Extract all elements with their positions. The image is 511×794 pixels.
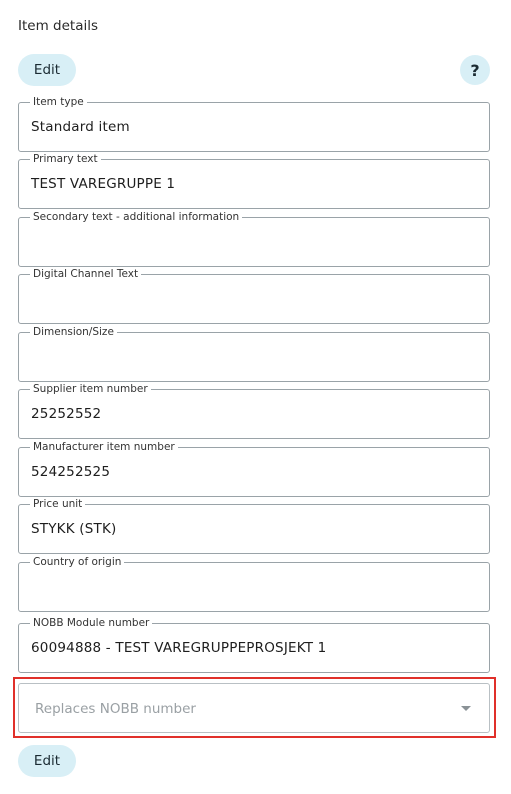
field-label: Secondary text - additional information — [30, 210, 243, 224]
item-details-panel: Item details Edit ? Item type Standard i… — [0, 0, 511, 794]
country-of-origin-field[interactable]: Country of origin — [18, 555, 490, 612]
nobb-module-number-field[interactable]: NOBB Module number 60094888 - TEST VAREG… — [18, 616, 490, 673]
manufacturer-item-number-field[interactable]: Manufacturer item number 524252525 — [18, 440, 490, 497]
field-label: Price unit — [30, 497, 86, 511]
dimension-size-field[interactable]: Dimension/Size — [18, 325, 490, 382]
supplier-item-number-field[interactable]: Supplier item number 25252552 — [18, 382, 490, 439]
help-button[interactable]: ? — [460, 55, 490, 85]
field-label: NOBB Module number — [30, 616, 153, 630]
field-label: Primary text — [30, 152, 101, 166]
field-value: STYKK (STK) — [31, 521, 117, 537]
field-value: Standard item — [31, 119, 130, 135]
edit-button-bottom[interactable]: Edit — [18, 745, 76, 777]
field-label: Supplier item number — [30, 382, 151, 396]
item-type-field[interactable]: Item type Standard item — [18, 95, 490, 152]
field-label: Dimension/Size — [30, 325, 117, 339]
price-unit-field[interactable]: Price unit STYKK (STK) — [18, 497, 490, 554]
digital-channel-text-field[interactable]: Digital Channel Text — [18, 267, 490, 324]
field-value: TEST VAREGRUPPE 1 — [31, 176, 176, 192]
edit-button-top[interactable]: Edit — [18, 54, 76, 86]
select-placeholder: Replaces NOBB number — [35, 701, 196, 717]
field-label: Item type — [30, 95, 87, 109]
chevron-down-icon — [461, 706, 471, 711]
section-title: Item details — [18, 18, 98, 34]
field-value: 524252525 — [31, 464, 111, 480]
field-value: 25252552 — [31, 406, 102, 422]
field-label: Country of origin — [30, 555, 125, 569]
field-value: 60094888 - TEST VAREGRUPPEPROSJEKT 1 — [31, 640, 327, 656]
field-label: Manufacturer item number — [30, 440, 178, 454]
primary-text-field[interactable]: Primary text TEST VAREGRUPPE 1 — [18, 152, 490, 209]
replaces-nobb-select[interactable]: Replaces NOBB number — [18, 683, 490, 733]
secondary-text-field[interactable]: Secondary text - additional information — [18, 210, 490, 267]
field-label: Digital Channel Text — [30, 267, 142, 281]
